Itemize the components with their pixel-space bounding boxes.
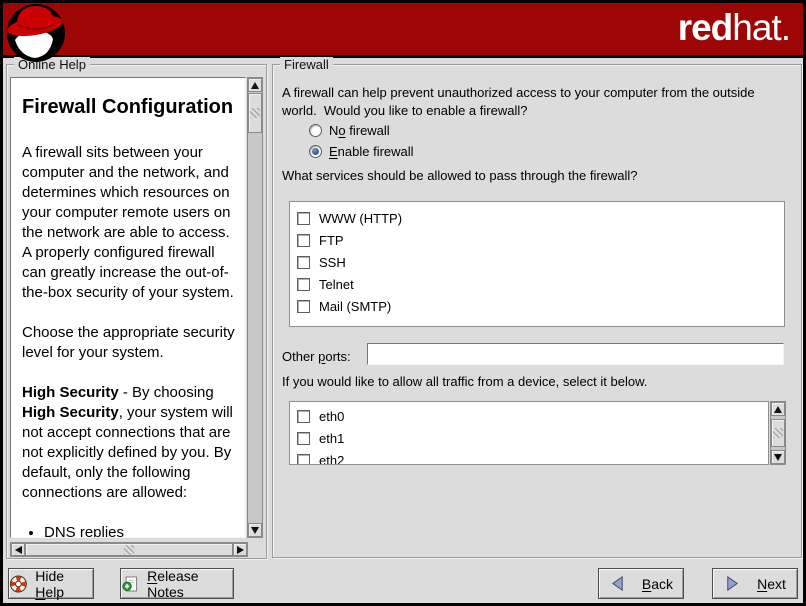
radio-no-firewall-label: No firewall	[329, 123, 390, 138]
arrow-down-icon	[774, 454, 782, 461]
device-list-container: eth0 eth1 eth2	[289, 401, 786, 465]
arrow-up-icon	[774, 406, 782, 413]
checkbox-icon[interactable]	[297, 432, 310, 445]
service-label: WWW (HTTP)	[319, 211, 402, 226]
service-label: Mail (SMTP)	[319, 299, 391, 314]
firewall-frame-label: Firewall	[280, 57, 333, 72]
service-row-telnet[interactable]: Telnet	[297, 273, 784, 295]
checkbox-icon[interactable]	[297, 234, 310, 247]
devices-hint: If you would like to allow all traffic f…	[282, 373, 647, 391]
horizontal-scrollbar-thumb[interactable]	[25, 543, 233, 556]
wordmark-bold: red	[678, 7, 733, 48]
help-title: Firewall Configuration	[22, 96, 235, 119]
scroll-up-button[interactable]	[248, 78, 262, 92]
radio-enable-firewall[interactable]: Enable firewall	[309, 143, 414, 159]
service-label: SSH	[319, 255, 346, 270]
hide-help-label: Hide Help	[35, 568, 93, 600]
scroll-left-button[interactable]	[11, 543, 25, 556]
wordmark-light: hat.	[732, 7, 790, 48]
help-bullet-list: DNS replies	[30, 523, 235, 538]
help-bold-high-security-2: High Security	[22, 404, 119, 421]
next-button[interactable]: Next	[712, 568, 798, 599]
help-bold-high-security: High Security	[22, 384, 119, 401]
radio-no-firewall[interactable]: No firewall	[309, 122, 390, 138]
vertical-scrollbar-thumb[interactable]	[248, 93, 262, 133]
firewall-intro-text: A firewall can help prevent unauthorized…	[282, 84, 787, 120]
help-paragraph-3: High Security - By choosing High Securit…	[22, 383, 235, 503]
help-paragraph-1: A firewall sits between your computer an…	[22, 143, 235, 303]
device-row-eth2[interactable]: eth2	[297, 449, 768, 465]
back-label: Back	[642, 576, 673, 592]
help-bullet-dns-replies: DNS replies	[44, 523, 235, 538]
device-label: eth2	[319, 453, 344, 466]
next-arrow-icon	[724, 575, 741, 592]
service-row-www[interactable]: WWW (HTTP)	[297, 207, 784, 229]
firewall-panel: Firewall A firewall can help prevent una…	[272, 64, 802, 558]
other-ports-label: Other ports:	[282, 348, 351, 366]
help-vertical-scrollbar[interactable]	[247, 77, 263, 538]
back-arrow-icon	[609, 575, 626, 592]
service-row-mail[interactable]: Mail (SMTP)	[297, 295, 784, 317]
device-label: eth1	[319, 431, 344, 446]
service-label: FTP	[319, 233, 344, 248]
checkbox-icon[interactable]	[297, 278, 310, 291]
device-label: eth0	[319, 409, 344, 424]
scroll-up-button[interactable]	[771, 402, 785, 416]
device-scrollbar-thumb[interactable]	[771, 419, 785, 447]
scroll-down-button[interactable]	[248, 523, 262, 537]
help-text-area: Firewall Configuration A firewall sits b…	[10, 77, 246, 538]
radio-enable-firewall-label: Enable firewall	[329, 144, 414, 159]
device-list-scrollbar[interactable]	[770, 401, 786, 465]
other-ports-input[interactable]	[367, 343, 784, 365]
release-notes-label: Release Notes	[147, 568, 233, 600]
scroll-down-button[interactable]	[771, 450, 785, 464]
services-question: What services should be allowed to pass …	[282, 167, 638, 185]
service-row-ssh[interactable]: SSH	[297, 251, 784, 273]
checkbox-icon[interactable]	[297, 256, 310, 269]
back-button[interactable]: Back	[598, 568, 684, 599]
checkbox-icon[interactable]	[297, 454, 310, 466]
redhat-wordmark: redhat.	[678, 7, 790, 49]
redhat-shadowman-logo	[5, 2, 67, 64]
release-notes-button[interactable]: Release Notes	[120, 568, 234, 599]
services-list: WWW (HTTP) FTP SSH Telnet Mail (SMTP)	[289, 201, 785, 327]
release-notes-icon	[121, 574, 140, 594]
radio-button-icon[interactable]	[309, 124, 322, 137]
life-preserver-icon	[9, 574, 28, 594]
arrow-up-icon	[251, 82, 259, 89]
arrow-left-icon	[15, 546, 22, 554]
service-label: Telnet	[319, 277, 354, 292]
online-help-panel: Online Help Firewall Configuration A fir…	[6, 64, 267, 559]
next-label: Next	[757, 576, 786, 592]
device-row-eth1[interactable]: eth1	[297, 427, 768, 449]
checkbox-icon[interactable]	[297, 300, 310, 313]
device-row-eth0[interactable]: eth0	[297, 405, 768, 427]
installer-window: { "banner": { "brand_bold": "red", "bran…	[0, 0, 806, 606]
arrow-down-icon	[251, 527, 259, 534]
checkbox-icon[interactable]	[297, 410, 310, 423]
arrow-right-icon	[237, 546, 244, 554]
device-list: eth0 eth1 eth2	[289, 401, 769, 465]
checkbox-icon[interactable]	[297, 212, 310, 225]
scroll-right-button[interactable]	[233, 543, 247, 556]
hide-help-button[interactable]: Hide Help	[8, 568, 94, 599]
service-row-ftp[interactable]: FTP	[297, 229, 784, 251]
radio-button-selected-icon[interactable]	[309, 145, 322, 158]
help-horizontal-scrollbar[interactable]	[10, 542, 248, 557]
help-paragraph-2: Choose the appropriate security level fo…	[22, 323, 235, 363]
